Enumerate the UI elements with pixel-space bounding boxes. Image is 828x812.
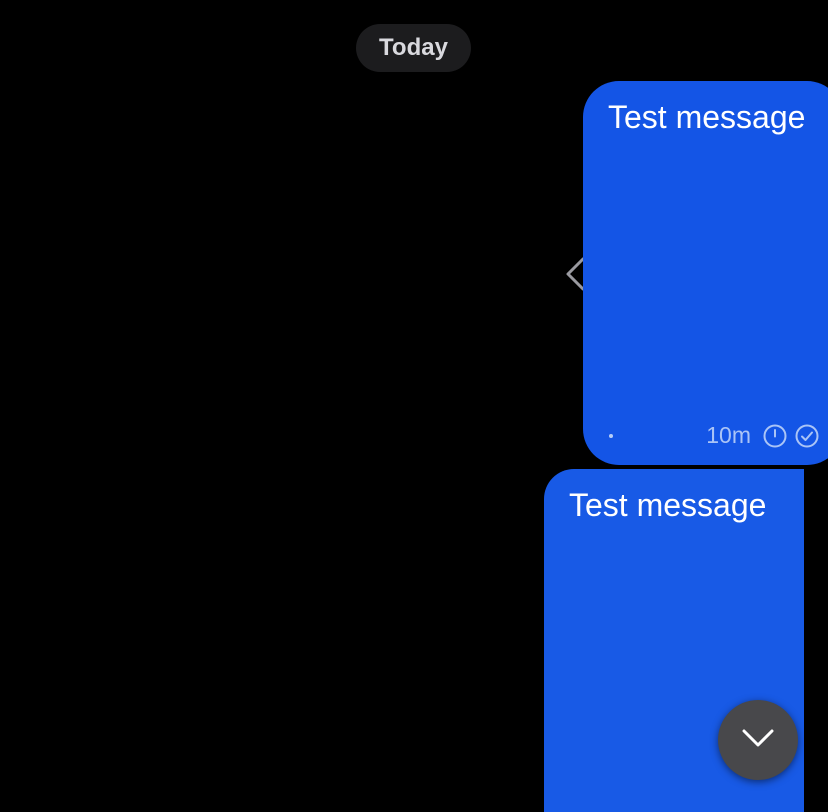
- bubble-dot: [609, 434, 613, 438]
- message-bubble[interactable]: Test message 10m: [583, 81, 828, 465]
- message-meta: 10m: [706, 422, 819, 449]
- check-circle-icon: [795, 424, 819, 448]
- scroll-to-bottom-button[interactable]: [718, 700, 798, 780]
- message-text: Test message: [569, 487, 767, 523]
- message-text: Test message: [608, 99, 806, 135]
- clock-icon: [763, 424, 787, 448]
- date-separator-label: Today: [379, 34, 448, 61]
- chevron-down-icon: [741, 728, 775, 753]
- message-time: 10m: [706, 422, 751, 448]
- date-separator: Today: [356, 24, 471, 72]
- chat-screen: Today Test message 10m Test message: [0, 0, 828, 812]
